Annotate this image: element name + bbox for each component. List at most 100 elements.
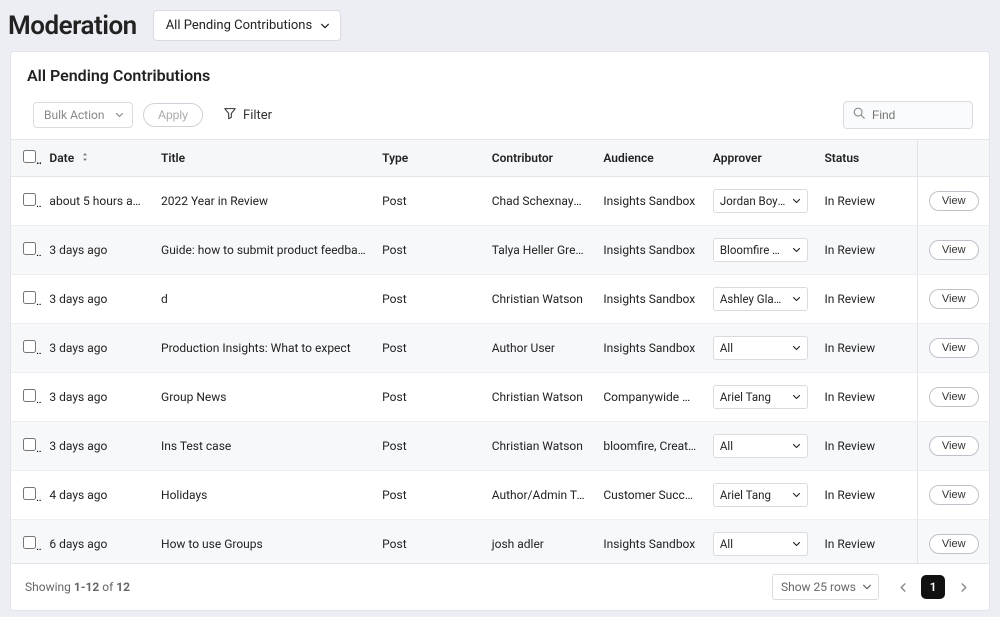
cell-title: How to use Groups: [153, 520, 374, 564]
cell-status: In Review: [816, 373, 917, 422]
cell-status: In Review: [816, 422, 917, 471]
row-checkbox[interactable]: [23, 536, 36, 549]
panel-header: All Pending Contributions: [11, 66, 989, 97]
cell-title: d: [153, 275, 374, 324]
row-checkbox[interactable]: [23, 487, 36, 500]
cell-date: 6 days ago: [41, 520, 153, 564]
approver-select[interactable]: Jordan Boyson: [713, 189, 808, 213]
view-button[interactable]: View: [929, 534, 979, 554]
search-box[interactable]: [843, 101, 973, 129]
approver-select[interactable]: All: [713, 532, 808, 556]
header-status[interactable]: Status: [816, 140, 917, 177]
table-wrapper: Date Title Type Contributor Audience App…: [11, 139, 989, 563]
header-checkbox-cell: [11, 140, 41, 177]
cell-contributor: Christian Watson: [484, 422, 596, 471]
approver-select[interactable]: Ariel Tang: [713, 483, 808, 507]
cell-audience: bloomfire, Creating ...: [595, 422, 705, 471]
row-checkbox[interactable]: [23, 340, 36, 353]
row-checkbox[interactable]: [23, 291, 36, 304]
cell-status: In Review: [816, 324, 917, 373]
header-approver[interactable]: Approver: [705, 140, 817, 177]
filter-icon: [223, 106, 237, 124]
approver-select[interactable]: Ariel Tang: [713, 385, 808, 409]
showing-text: Showing 1-12 of 12: [25, 580, 130, 594]
cell-type: Post: [374, 471, 484, 520]
table-footer: Showing 1-12 of 12 Show 25 rows 1: [11, 563, 989, 610]
view-select[interactable]: All Pending Contributions: [153, 10, 341, 41]
cell-audience: Insights Sandbox: [595, 324, 705, 373]
search-input[interactable]: [872, 108, 962, 122]
cell-audience: Insights Sandbox: [595, 226, 705, 275]
cell-title: Production Insights: What to expect: [153, 324, 374, 373]
select-all-checkbox[interactable]: [23, 150, 36, 163]
table-row: 3 days agoGroup NewsPostChristian Watson…: [11, 373, 989, 422]
cell-title: Ins Test case: [153, 422, 374, 471]
approver-select[interactable]: All: [713, 336, 808, 360]
chevron-down-icon: [792, 540, 801, 549]
view-button[interactable]: View: [929, 387, 979, 407]
apply-button[interactable]: Apply: [143, 103, 203, 127]
table-row: 3 days agoIns Test casePostChristian Wat…: [11, 422, 989, 471]
chevron-down-icon: [792, 491, 801, 500]
cell-audience: Companywide Polici...: [595, 373, 705, 422]
view-button[interactable]: View: [929, 338, 979, 358]
cell-contributor: Chad Schexnayder: [484, 177, 596, 226]
header-title[interactable]: Title: [153, 140, 374, 177]
table-row: about 5 hours ago2022 Year in ReviewPost…: [11, 177, 989, 226]
cell-audience: Insights Sandbox: [595, 177, 705, 226]
view-button[interactable]: View: [929, 289, 979, 309]
header-date[interactable]: Date: [41, 140, 153, 177]
cell-contributor: Talya Heller Greenbe...: [484, 226, 596, 275]
row-checkbox[interactable]: [23, 242, 36, 255]
chevron-down-icon: [792, 344, 801, 353]
header-audience[interactable]: Audience: [595, 140, 705, 177]
pager: 1: [891, 575, 975, 599]
cell-date: 3 days ago: [41, 324, 153, 373]
cell-status: In Review: [816, 226, 917, 275]
toolbar: Bulk Action Apply Filter: [11, 97, 989, 139]
cell-status: In Review: [816, 471, 917, 520]
cell-status: In Review: [816, 520, 917, 564]
cell-contributor: Author/Admin Test: [484, 471, 596, 520]
table-row: 3 days agoProduction Insights: What to e…: [11, 324, 989, 373]
rows-per-page-select[interactable]: Show 25 rows: [772, 574, 879, 600]
cell-type: Post: [374, 324, 484, 373]
chevron-down-icon: [320, 21, 330, 31]
cell-date: 4 days ago: [41, 471, 153, 520]
cell-title: Guide: how to submit product feedback: [153, 226, 374, 275]
row-checkbox[interactable]: [23, 389, 36, 402]
cell-audience: Customer Success, I...: [595, 471, 705, 520]
cell-date: about 5 hours ago: [41, 177, 153, 226]
view-button[interactable]: View: [929, 436, 979, 456]
cell-type: Post: [374, 177, 484, 226]
view-button[interactable]: View: [929, 191, 979, 211]
cell-type: Post: [374, 520, 484, 564]
row-checkbox[interactable]: [23, 438, 36, 451]
row-checkbox[interactable]: [23, 193, 36, 206]
table-header-row: Date Title Type Contributor Audience App…: [11, 140, 989, 177]
pager-next-button[interactable]: [951, 575, 975, 599]
bulk-action-select[interactable]: Bulk Action: [33, 102, 133, 128]
header-type[interactable]: Type: [374, 140, 484, 177]
filter-label: Filter: [243, 108, 272, 123]
chevron-down-icon: [792, 197, 801, 206]
approver-select[interactable]: All: [713, 434, 808, 458]
table-row: 4 days agoHolidaysPostAuthor/Admin TestC…: [11, 471, 989, 520]
pager-page-current[interactable]: 1: [921, 575, 945, 599]
bulk-placeholder: Bulk Action: [44, 108, 105, 122]
header-contributor[interactable]: Contributor: [484, 140, 596, 177]
pager-prev-button[interactable]: [891, 575, 915, 599]
cell-contributor: josh adler: [484, 520, 596, 564]
filter-button[interactable]: Filter: [217, 102, 278, 128]
view-button[interactable]: View: [929, 240, 979, 260]
approver-select[interactable]: Ashley Gladden: [713, 287, 808, 311]
top-bar: Moderation All Pending Contributions: [0, 0, 1000, 51]
cell-type: Post: [374, 373, 484, 422]
view-select-label: All Pending Contributions: [166, 18, 312, 33]
contributions-table: Date Title Type Contributor Audience App…: [11, 140, 989, 563]
table-row: 6 days agoHow to use GroupsPostjosh adle…: [11, 520, 989, 564]
panel-title: All Pending Contributions: [27, 66, 973, 85]
chevron-down-icon: [792, 246, 801, 255]
approver-select[interactable]: Bloomfire Amb...: [713, 238, 808, 262]
view-button[interactable]: View: [929, 485, 979, 505]
